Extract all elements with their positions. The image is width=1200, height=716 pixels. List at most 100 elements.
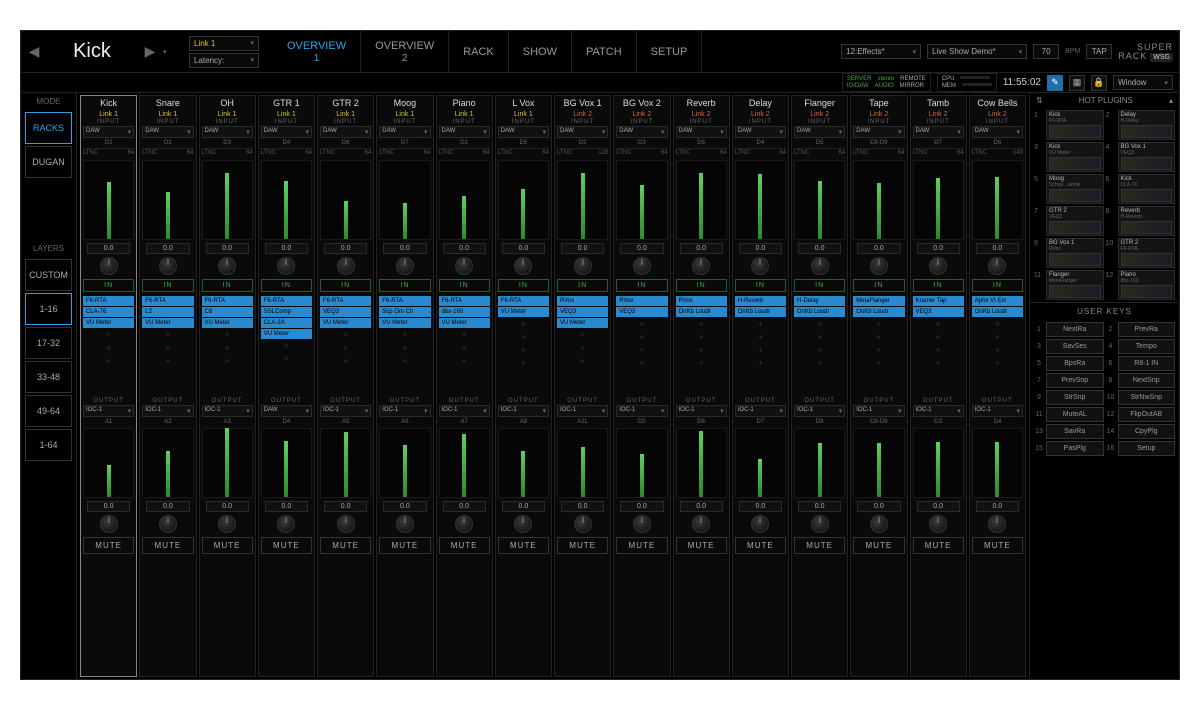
input-gain-knob[interactable]: [159, 257, 177, 275]
add-plugin-slot[interactable]: +: [498, 344, 549, 356]
output-gain-knob[interactable]: [574, 515, 592, 533]
channel-strip[interactable]: ReverbLink 2INPUTDAW▾D6LTNC640.0INRVoxOn…: [673, 95, 730, 677]
tab-patch[interactable]: PATCH: [572, 31, 637, 72]
add-plugin-slot[interactable]: +: [616, 331, 667, 343]
plugin-slot[interactable]: F6-RTA: [498, 296, 549, 306]
layer-custom[interactable]: CUSTOM: [25, 259, 72, 291]
tab-overview-2[interactable]: OVERVIEW2: [361, 31, 449, 72]
hot-plugin-slot[interactable]: KickVU Meter: [1046, 142, 1104, 172]
output-gain-knob[interactable]: [455, 515, 473, 533]
plugin-slot[interactable]: F6-RTA: [439, 296, 490, 306]
mute-button[interactable]: MUTE: [83, 537, 134, 554]
in-button[interactable]: IN: [913, 279, 964, 292]
mute-button[interactable]: MUTE: [320, 537, 371, 554]
add-plugin-slot[interactable]: +: [794, 331, 845, 343]
output-dest-dropdown[interactable]: IOC-1▾: [320, 405, 371, 417]
plugin-slot[interactable]: F6-RTA: [202, 296, 253, 306]
input-gain-knob[interactable]: [277, 257, 295, 275]
plugin-slot[interactable]: Kramer Tap: [913, 296, 964, 306]
session-dropdown[interactable]: Live Show Demo*▾: [927, 44, 1027, 59]
link-tool-icon[interactable]: ✎: [1047, 75, 1063, 91]
output-gain-knob[interactable]: [159, 515, 177, 533]
channel-strip[interactable]: PianoLink 1INPUTDAW▾D2LTNC640.0INF6-RTAd…: [436, 95, 493, 677]
add-plugin-slot[interactable]: +: [913, 318, 964, 330]
input-source-dropdown[interactable]: DAW▾: [913, 126, 964, 138]
channel-strip[interactable]: TambLink 2INPUTDAW▾D7LTNC640.0INKramer T…: [910, 95, 967, 677]
hot-plugin-slot[interactable]: MoogSchep…annel: [1046, 174, 1104, 204]
plugin-slot[interactable]: VU Meter: [557, 318, 608, 328]
mode-dugan[interactable]: DUGAN: [25, 146, 72, 178]
hot-plugin-slot[interactable]: BG Vox 1RVox: [1046, 238, 1104, 268]
plugin-slot[interactable]: OnKb Loudr: [735, 307, 786, 317]
add-plugin-slot[interactable]: +: [794, 357, 845, 369]
in-button[interactable]: IN: [261, 279, 312, 292]
add-plugin-slot[interactable]: +: [853, 357, 904, 369]
plugin-slot[interactable]: Scp Om Ch: [379, 307, 430, 317]
layer-33-48[interactable]: 33-48: [25, 361, 72, 393]
add-plugin-slot[interactable]: +: [142, 329, 193, 341]
input-gain-knob[interactable]: [100, 257, 118, 275]
in-button[interactable]: IN: [972, 279, 1023, 292]
output-dest-dropdown[interactable]: IOC-1▾: [913, 405, 964, 417]
add-plugin-slot[interactable]: +: [972, 318, 1023, 330]
in-button[interactable]: IN: [735, 279, 786, 292]
channel-strip[interactable]: KickLink 1INPUTDAW▾D2LTNC640.0INF6-RTACL…: [80, 95, 137, 677]
add-plugin-slot[interactable]: +: [735, 331, 786, 343]
input-gain-knob[interactable]: [988, 257, 1006, 275]
add-plugin-slot[interactable]: +: [83, 329, 134, 341]
output-gain-knob[interactable]: [277, 515, 295, 533]
input-source-dropdown[interactable]: DAW▾: [794, 126, 845, 138]
user-key-button[interactable]: NextRa: [1046, 322, 1104, 337]
input-source-dropdown[interactable]: DAW▾: [320, 126, 371, 138]
output-gain-knob[interactable]: [396, 515, 414, 533]
in-button[interactable]: IN: [853, 279, 904, 292]
add-plugin-slot[interactable]: +: [853, 318, 904, 330]
output-dest-dropdown[interactable]: IOC-1▾: [439, 405, 490, 417]
in-button[interactable]: IN: [320, 279, 371, 292]
add-plugin-slot[interactable]: +: [320, 342, 371, 354]
add-plugin-slot[interactable]: +: [202, 329, 253, 341]
channel-strip[interactable]: TapeLink 2INPUTDAW▾D8-D9LTNC640.0INMetaF…: [850, 95, 907, 677]
mute-button[interactable]: MUTE: [142, 537, 193, 554]
layer-49-64[interactable]: 49-64: [25, 395, 72, 427]
scene-dropdown[interactable]: 12:Effects*▾: [841, 44, 921, 59]
output-gain-knob[interactable]: [988, 515, 1006, 533]
add-plugin-slot[interactable]: +: [972, 344, 1023, 356]
mute-button[interactable]: MUTE: [972, 537, 1023, 554]
user-key-button[interactable]: StrSnp: [1046, 390, 1104, 405]
add-plugin-slot[interactable]: +: [379, 329, 430, 341]
input-gain-knob[interactable]: [574, 257, 592, 275]
plugin-slot[interactable]: F6-RTA: [320, 296, 371, 306]
layer-1-16[interactable]: 1-16: [25, 293, 72, 325]
selected-channel-name[interactable]: Kick: [47, 40, 137, 63]
add-plugin-slot[interactable]: +: [913, 344, 964, 356]
in-button[interactable]: IN: [557, 279, 608, 292]
add-plugin-slot[interactable]: +: [972, 331, 1023, 343]
hot-plugin-slot[interactable]: GTR 2F6-RTA: [1118, 238, 1176, 268]
mute-button[interactable]: MUTE: [735, 537, 786, 554]
add-plugin-slot[interactable]: +: [853, 344, 904, 356]
channel-strip[interactable]: DelayLink 2INPUTDAW▾D4LTNC640.0INH-Rever…: [732, 95, 789, 677]
hot-plugin-slot[interactable]: ReverbH-Reverb: [1118, 206, 1176, 236]
plugin-slot[interactable]: VU Meter: [439, 318, 490, 328]
plugin-slot[interactable]: MetaFlanger: [853, 296, 904, 306]
add-plugin-slot[interactable]: +: [142, 355, 193, 367]
output-dest-dropdown[interactable]: IOC-1▾: [557, 405, 608, 417]
mute-button[interactable]: MUTE: [439, 537, 490, 554]
channel-strip[interactable]: BG Vox 1Link 2INPUTDAW▾D2LTNC1280.0INRVo…: [554, 95, 611, 677]
layer-17-32[interactable]: 17-32: [25, 327, 72, 359]
prev-channel-arrow[interactable]: ◀: [27, 41, 41, 63]
add-plugin-slot[interactable]: +: [498, 331, 549, 343]
in-button[interactable]: IN: [439, 279, 490, 292]
add-plugin-slot[interactable]: +: [913, 357, 964, 369]
add-plugin-slot[interactable]: +: [616, 357, 667, 369]
in-button[interactable]: IN: [498, 279, 549, 292]
plugin-slot[interactable]: SSLComp: [261, 307, 312, 317]
add-plugin-slot[interactable]: +: [498, 318, 549, 330]
plugin-slot[interactable]: F6-RTA: [142, 296, 193, 306]
mute-button[interactable]: MUTE: [853, 537, 904, 554]
channel-strip[interactable]: L VoxLink 1INPUTDAW▾D5LTNC640.0INF6-RTAV…: [495, 95, 552, 677]
input-gain-knob[interactable]: [455, 257, 473, 275]
add-plugin-slot[interactable]: +: [557, 355, 608, 367]
channel-strip[interactable]: FlangerLink 2INPUTDAW▾D5LTNC640.0INH-Del…: [791, 95, 848, 677]
